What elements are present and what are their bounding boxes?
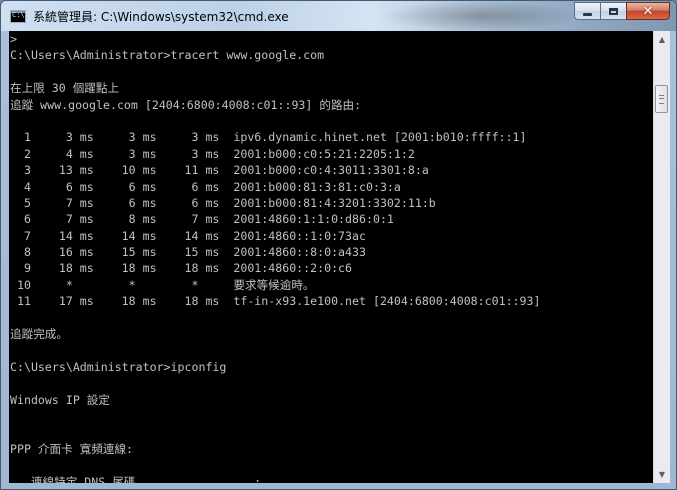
console-line: 7 14 ms 14 ms 14 ms 2001:4860::1:0:73ac [10, 228, 366, 243]
minimize-button[interactable] [574, 2, 600, 20]
console-line: 6 7 ms 8 ms 7 ms 2001:4860:1:1:0:d86:0:1 [10, 212, 394, 227]
console-line: 9 18 ms 18 ms 18 ms 2001:4860::2:0:c6 [10, 261, 353, 276]
console-line: 3 13 ms 10 ms 11 ms 2001:b000:c0:4:3011:… [10, 163, 429, 178]
console-lines: > C:\Users\Administrator>tracert www.goog… [9, 31, 653, 483]
scroll-thumb[interactable] [655, 85, 668, 113]
vertical-scrollbar[interactable]: ▲ ▼ [653, 31, 670, 483]
console-line: 4 6 ms 6 ms 6 ms 2001:b000:81:3:81:c0:3:… [10, 179, 401, 194]
console-line: 追蹤完成。 [10, 327, 68, 342]
console-line: PPP 介面卡 寬頻連線: [10, 441, 134, 456]
console-line: C:\Users\Administrator>tracert www.googl… [10, 48, 325, 63]
title-bar[interactable]: C:\ 系統管理員: C:\Windows\system32\cmd.exe ✕ [1, 1, 676, 31]
cmd-app-icon[interactable]: C:\ [10, 10, 26, 23]
console-line: 連線特定 DNS 尾碼 . . . . . . . . : [10, 474, 262, 483]
cmd-window: C:\ 系統管理員: C:\Windows\system32\cmd.exe ✕… [0, 0, 677, 490]
maximize-button[interactable] [600, 2, 626, 20]
console-output[interactable]: > C:\Users\Administrator>tracert www.goog… [9, 31, 653, 483]
console-line: 1 3 ms 3 ms 3 ms ipv6.dynamic.hinet.net … [10, 130, 527, 145]
maximize-icon [609, 7, 618, 15]
console-line: 10 * * * 要求等候逾時。 [10, 277, 315, 292]
close-icon: ✕ [642, 3, 654, 19]
console-line: > [10, 32, 17, 46]
close-button[interactable]: ✕ [626, 2, 670, 20]
console-line: Windows IP 設定 [10, 392, 110, 407]
console-line: 追蹤 www.google.com [2404:6800:4008:c01::9… [10, 97, 362, 112]
window-title: 系統管理員: C:\Windows\system32\cmd.exe [33, 10, 289, 24]
scroll-up-arrow-icon[interactable]: ▲ [654, 31, 670, 48]
console-line: 5 7 ms 6 ms 6 ms 2001:b000:81:4:3201:330… [10, 195, 436, 210]
console-line: C:\Users\Administrator>ipconfig [10, 359, 227, 374]
caption-buttons: ✕ [574, 2, 670, 21]
scroll-down-arrow-icon[interactable]: ▼ [654, 466, 670, 483]
cmd-app-icon-glyph: C:\ [12, 11, 25, 19]
console-line: 2 4 ms 3 ms 3 ms 2001:b000:c0:5:21:2205:… [10, 146, 415, 161]
console-line: 在上限 30 個躍點上 [10, 81, 120, 96]
console-line: 8 16 ms 15 ms 15 ms 2001:4860::8:0:a433 [10, 245, 366, 260]
console-line: 11 17 ms 18 ms 18 ms tf-in-x93.1e100.net… [10, 294, 541, 309]
minimize-icon [583, 12, 592, 16]
